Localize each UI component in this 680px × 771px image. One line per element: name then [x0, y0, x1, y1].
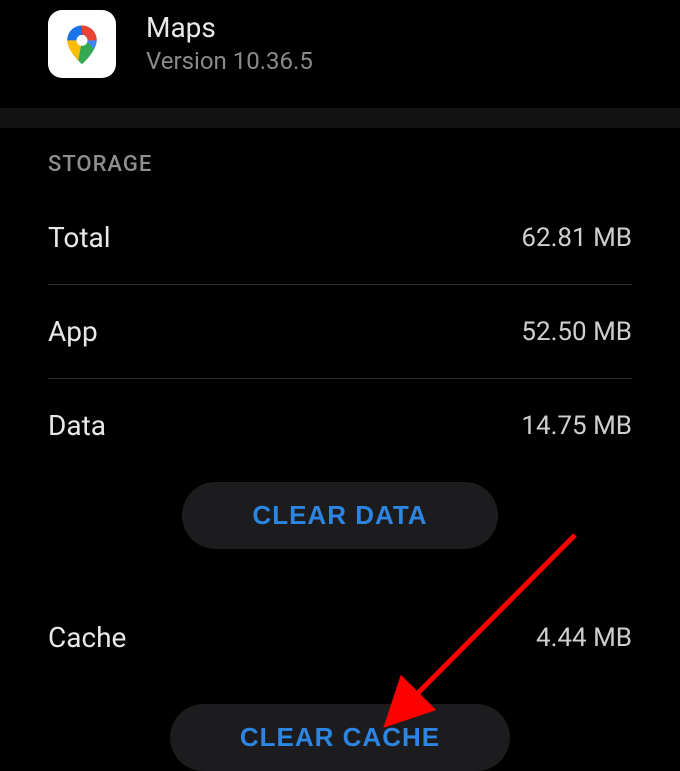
row-data: Data 14.75 MB: [48, 409, 632, 472]
clear-data-container: CLEAR DATA: [48, 482, 632, 549]
app-header: Maps Version 10.36.5: [0, 10, 680, 108]
section-divider: [0, 108, 680, 128]
storage-section: STORAGE Total 62.81 MB App 52.50 MB Data…: [0, 128, 680, 771]
maps-app-icon: [48, 10, 116, 78]
row-total-value: 62.81 MB: [521, 223, 632, 253]
row-app: App 52.50 MB: [48, 315, 632, 379]
row-cache: Cache 4.44 MB: [48, 573, 632, 694]
clear-data-button[interactable]: CLEAR DATA: [182, 482, 497, 549]
row-data-value: 14.75 MB: [521, 411, 632, 441]
row-total: Total 62.81 MB: [48, 221, 632, 285]
row-data-label: Data: [48, 409, 106, 442]
google-maps-pin-icon: [60, 22, 104, 66]
app-info: Maps Version 10.36.5: [146, 13, 313, 76]
row-total-label: Total: [48, 221, 111, 254]
app-name: Maps: [146, 13, 313, 44]
row-app-label: App: [48, 315, 98, 348]
row-app-value: 52.50 MB: [521, 317, 632, 347]
app-version: Version 10.36.5: [146, 47, 313, 75]
section-title: STORAGE: [48, 152, 632, 177]
app-storage-screen: Maps Version 10.36.5 STORAGE Total 62.81…: [0, 0, 680, 771]
row-cache-label: Cache: [48, 621, 126, 654]
row-cache-value: 4.44 MB: [536, 623, 632, 653]
